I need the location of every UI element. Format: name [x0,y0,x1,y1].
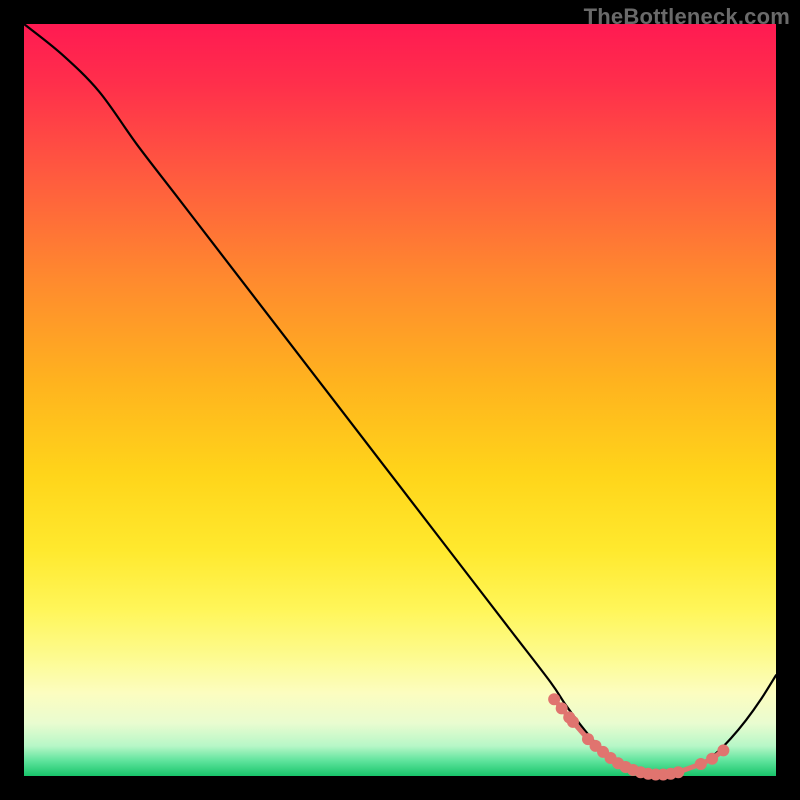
marker-dot [717,744,729,756]
plot-area [24,24,776,776]
bottleneck-curve [24,24,776,775]
chart-frame: TheBottleneck.com [0,0,800,800]
marker-dot [695,758,707,770]
marker-dot [706,753,718,765]
marker-group [548,693,729,780]
chart-svg [24,24,776,776]
marker-dot [567,716,579,728]
marker-dot [672,766,684,778]
